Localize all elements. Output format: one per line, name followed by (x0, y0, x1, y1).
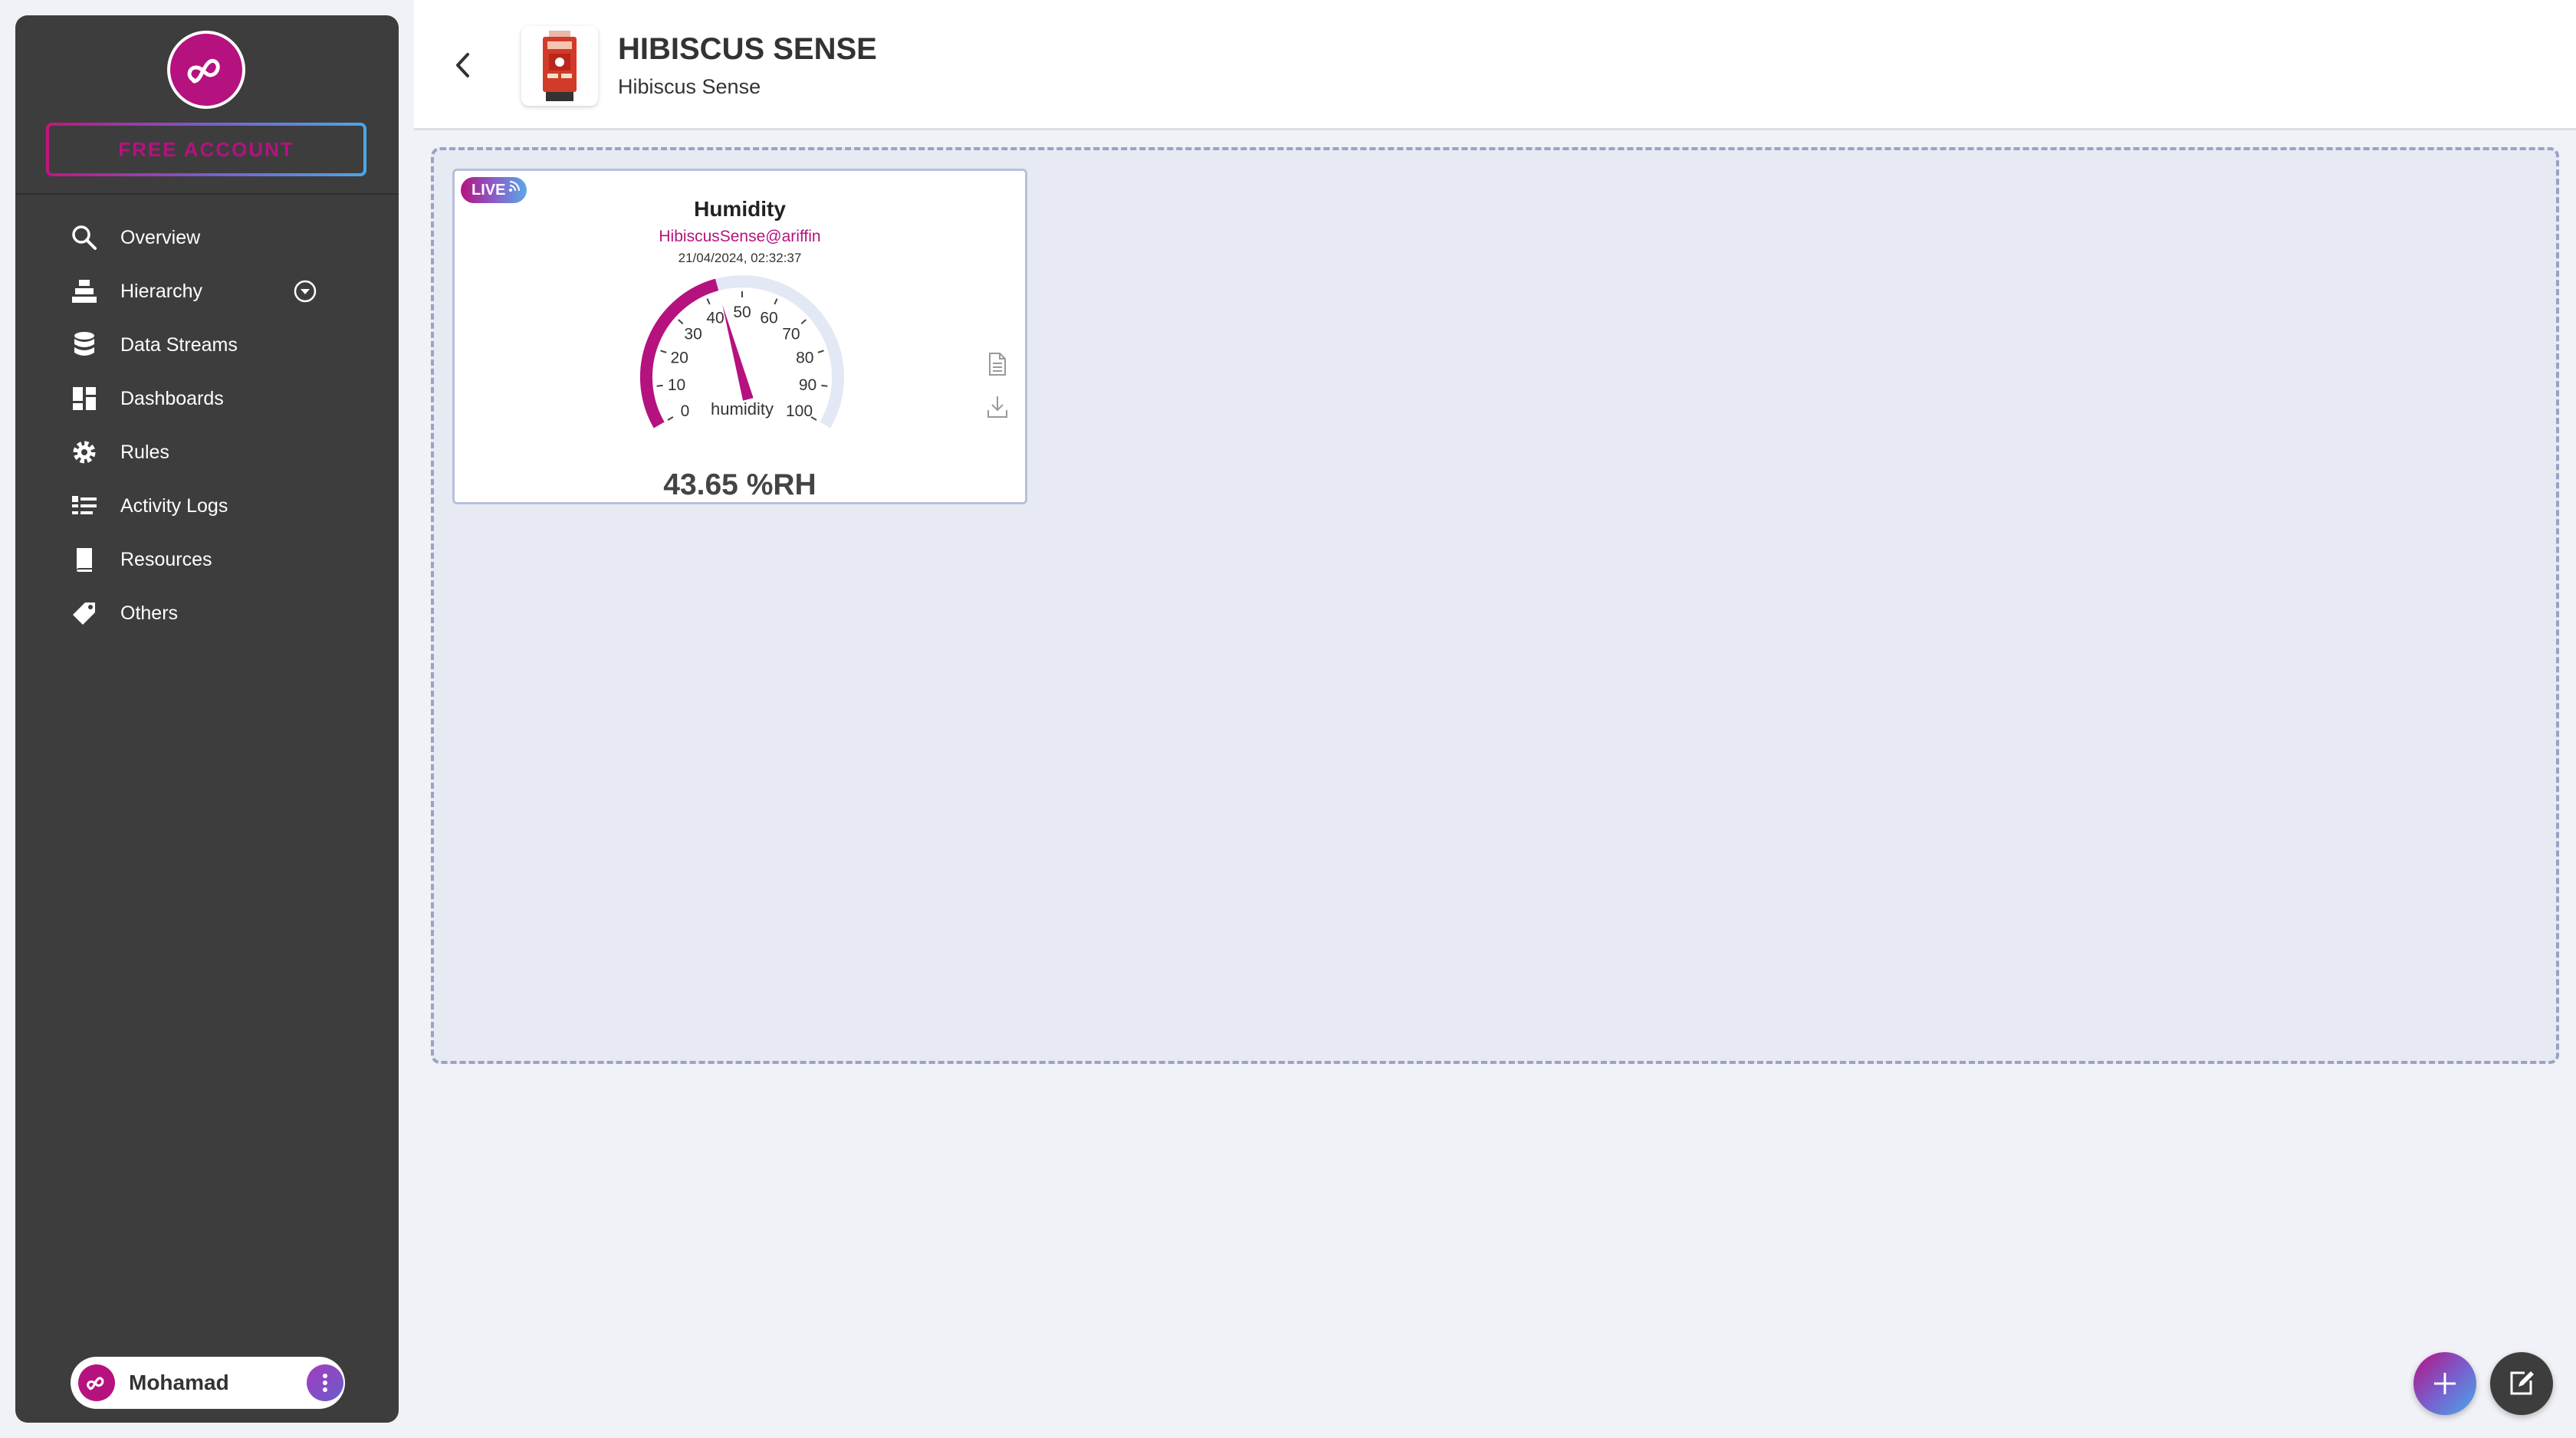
sidebar-item-label: Resources (120, 548, 212, 570)
gauge-tick-label: 90 (799, 376, 816, 394)
gauge-tick (817, 350, 824, 353)
sidebar-item-label: Data Streams (120, 333, 238, 356)
gauge-tick-label: 0 (681, 402, 690, 420)
gauge-tick (706, 298, 711, 305)
page-subtitle: Hibiscus Sense (618, 75, 761, 98)
signal-icon (509, 181, 520, 192)
gauge-tick-label: 70 (782, 326, 800, 343)
widget-value: 43.65 %RH (663, 468, 816, 501)
tag-icon (69, 598, 100, 629)
document-icon[interactable] (985, 350, 1010, 378)
sidebar-item-label: Overview (120, 226, 201, 248)
plus-icon (2434, 1373, 2456, 1394)
page-header: HIBISCUS SENSE Hibiscus Sense (414, 0, 2576, 130)
gauge-tick (678, 319, 684, 325)
app-logo[interactable] (167, 31, 245, 109)
back-button[interactable] (446, 46, 478, 84)
gauge-label: humidity (711, 399, 774, 419)
sidebar-item-resources[interactable]: Resources (15, 533, 399, 586)
sidebar: FREE ACCOUNT Overview Hierarchy Data Str… (15, 15, 399, 1423)
sidebar-item-hierarchy[interactable]: Hierarchy (15, 264, 399, 318)
gauge-tick-label: 20 (671, 349, 688, 366)
download-icon[interactable] (985, 393, 1010, 421)
gauge-tick-label: 10 (668, 376, 685, 394)
sidebar-item-data-streams[interactable]: Data Streams (15, 318, 399, 372)
widget-source[interactable]: HibiscusSense@ariffin (455, 228, 1025, 246)
circuit-board-icon (543, 31, 577, 101)
sidebar-item-label: Others (120, 602, 179, 624)
more-vertical-icon[interactable] (307, 1364, 343, 1401)
widget-timestamp: 21/04/2024, 02:32:37 (678, 251, 802, 265)
user-profile[interactable]: Mohamad (71, 1357, 345, 1409)
edit-dashboard-button[interactable] (2490, 1352, 2553, 1415)
sidebar-item-label: Hierarchy (120, 280, 202, 302)
humidity-gauge: 0 10 20 3040 50 60 70 80 90 100 humidity (639, 275, 844, 428)
search-icon (69, 222, 100, 253)
gauge-tick-label: 60 (760, 309, 777, 327)
list-icon (69, 491, 100, 521)
gauge-tick (800, 319, 807, 325)
gauge-tick (667, 416, 674, 421)
sidebar-item-overview[interactable]: Overview (15, 211, 399, 264)
infinity-logo-icon (87, 1377, 104, 1390)
gauge-tick (774, 298, 778, 305)
chevron-down-icon[interactable] (293, 279, 317, 304)
sidebar-item-activity-logs[interactable]: Activity Logs (15, 479, 399, 533)
sidebar-item-label: Rules (120, 441, 169, 463)
gauge-tick-label: 100 (786, 402, 813, 420)
gauge-tick-label: 30 (684, 326, 702, 343)
sidebar-item-label: Dashboards (120, 387, 224, 409)
sidebar-item-dashboards[interactable]: Dashboards (15, 372, 399, 425)
database-icon (69, 330, 100, 360)
dashboard-canvas[interactable]: LIVE Humidity HibiscusSense@ariffin 21/0… (431, 147, 2559, 1064)
device-image (521, 26, 598, 106)
book-icon (69, 544, 100, 575)
edit-icon (2510, 1371, 2534, 1395)
add-widget-button[interactable] (2413, 1352, 2476, 1415)
gauge-tick-label: 50 (733, 304, 751, 321)
hierarchy-icon (69, 276, 100, 307)
gear-icon (69, 437, 100, 468)
sidebar-item-others[interactable]: Others (15, 586, 399, 640)
gauge-tick-label: 80 (796, 349, 813, 366)
page-title: HIBISCUS SENSE (618, 32, 877, 66)
sidebar-item-rules[interactable]: Rules (15, 425, 399, 479)
infinity-logo-icon (187, 58, 220, 84)
sidebar-nav: Overview Hierarchy Data Streams Dashboar… (15, 211, 399, 640)
sidebar-divider (15, 193, 399, 195)
chevron-left-icon (456, 53, 469, 77)
sidebar-item-label: Activity Logs (120, 494, 228, 517)
free-account-button[interactable]: FREE ACCOUNT (46, 123, 366, 176)
humidity-widget[interactable]: LIVE Humidity HibiscusSense@ariffin 21/0… (452, 169, 1027, 504)
user-name: Mohamad (129, 1371, 229, 1394)
gauge-tick (660, 350, 667, 353)
gauge-tick-label: 40 (706, 309, 724, 327)
widget-title: Humidity (694, 197, 786, 221)
avatar (78, 1364, 115, 1401)
dashboard-icon (69, 383, 100, 414)
